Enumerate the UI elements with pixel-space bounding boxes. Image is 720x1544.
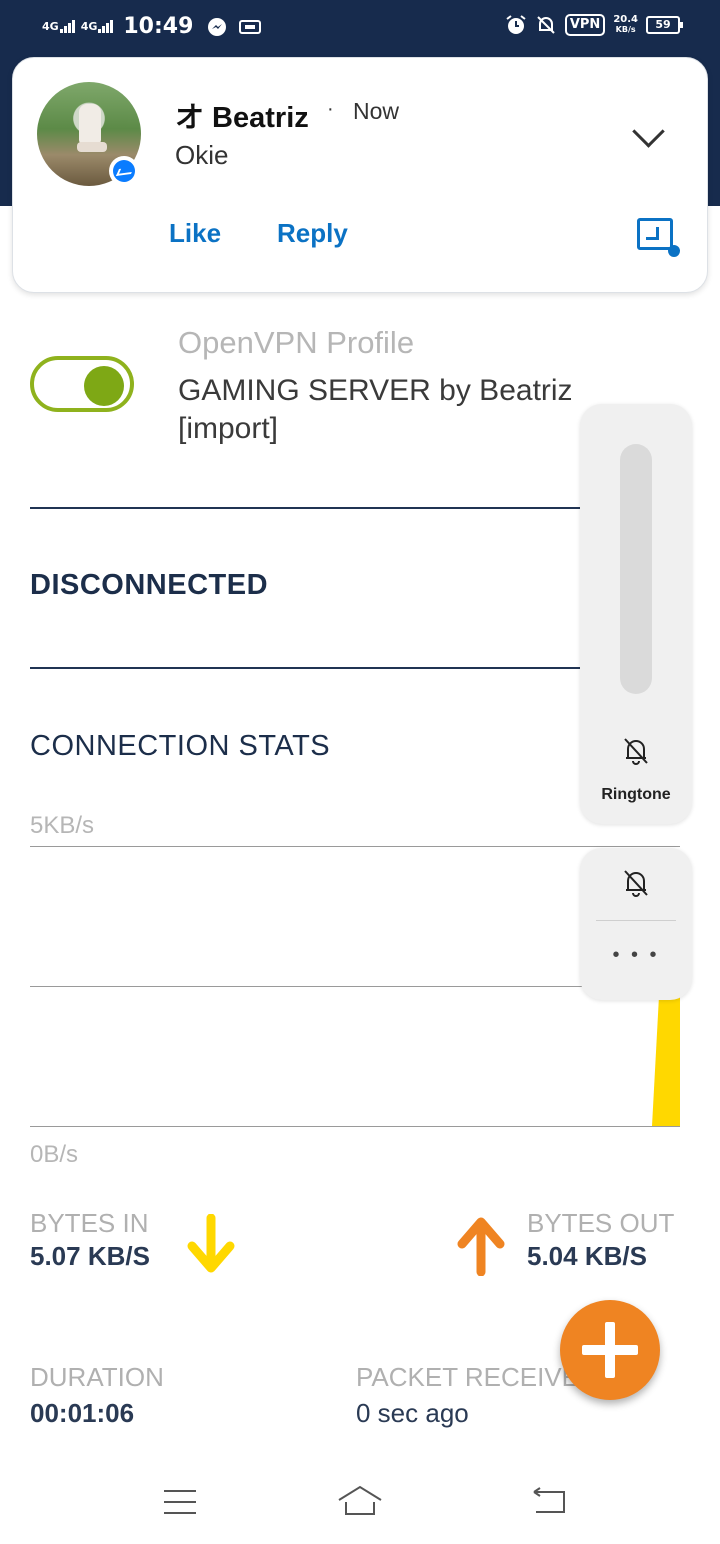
divider	[596, 920, 676, 921]
screen-icon	[239, 19, 262, 34]
picture-in-picture-icon[interactable]	[637, 218, 680, 257]
alarm-icon	[506, 15, 526, 34]
grid-line-top	[30, 846, 680, 847]
bytes-in-graph-bar	[652, 996, 680, 1126]
bell-off-icon[interactable]	[622, 736, 650, 766]
expand-chevron-icon[interactable]	[632, 115, 665, 148]
notification-separator: ·	[327, 98, 334, 120]
menu-icon[interactable]	[164, 1490, 196, 1514]
status-bar: 4G 4G 10:49 VPN 20.4 KB/s 59	[0, 0, 720, 56]
grid-line-bottom	[30, 1126, 680, 1127]
packet-received-value: 0 sec ago	[356, 1398, 469, 1428]
axis-min-label: 0B/s	[30, 1141, 79, 1168]
signal-2-icon: 4G	[81, 20, 114, 33]
duration-label: DURATION	[30, 1362, 164, 1392]
home-icon[interactable]	[336, 1484, 384, 1518]
vpn-badge: VPN	[564, 14, 606, 36]
notification-sender: オ Beatriz	[175, 102, 309, 134]
messenger-badge-icon	[109, 156, 139, 186]
navigation-bar	[0, 1456, 720, 1544]
notification-time: Now	[353, 98, 400, 124]
bytes-in-label: BYTES IN	[30, 1208, 149, 1238]
stats-heading: CONNECTION STATS	[30, 730, 331, 762]
mute-icon[interactable]	[622, 868, 650, 898]
message-notification[interactable]: オ Beatriz · Now Okie Like Reply	[12, 57, 708, 293]
divider	[30, 667, 580, 669]
network-speed: 20.4 KB/s	[613, 14, 638, 35]
back-icon[interactable]	[530, 1486, 568, 1516]
clock: 10:49	[123, 14, 194, 39]
connection-status: DISCONNECTED	[30, 569, 269, 601]
ringtone-label: Ringtone	[601, 786, 671, 803]
grid-line-mid	[30, 986, 590, 987]
vpn-toggle[interactable]	[30, 356, 134, 412]
arrow-up-icon	[457, 1217, 505, 1276]
arrow-down-icon	[187, 1214, 235, 1273]
signal-1-icon: 4G	[42, 20, 75, 33]
volume-actions-panel: • • •	[580, 848, 692, 1000]
messenger-icon	[208, 17, 227, 36]
axis-max-label: 5KB/s	[30, 812, 95, 839]
bytes-out-value: 5.04 KB/S	[527, 1241, 647, 1271]
bell-off-icon	[537, 16, 555, 34]
notification-message: Okie	[175, 140, 229, 170]
packet-received-label: PACKET RECEIVE	[356, 1362, 579, 1392]
add-profile-button[interactable]	[560, 1300, 660, 1400]
ringtone-volume-slider[interactable]	[620, 444, 652, 694]
duration-value: 00:01:06	[30, 1398, 135, 1428]
battery-indicator: 59	[646, 16, 683, 34]
bytes-out-label: BYTES OUT	[527, 1208, 675, 1238]
toggle-knob	[84, 366, 124, 406]
reply-button[interactable]: Reply	[277, 218, 348, 249]
divider	[30, 507, 580, 509]
like-button[interactable]: Like	[169, 218, 221, 249]
more-options-button[interactable]: • • •	[580, 944, 692, 967]
bytes-in-value: 5.07 KB/S	[30, 1241, 150, 1271]
profile-label: OpenVPN Profile	[178, 325, 415, 360]
volume-panel: Ringtone	[580, 404, 692, 824]
profile-name[interactable]: GAMING SERVER by Beatriz [import]	[178, 372, 598, 448]
